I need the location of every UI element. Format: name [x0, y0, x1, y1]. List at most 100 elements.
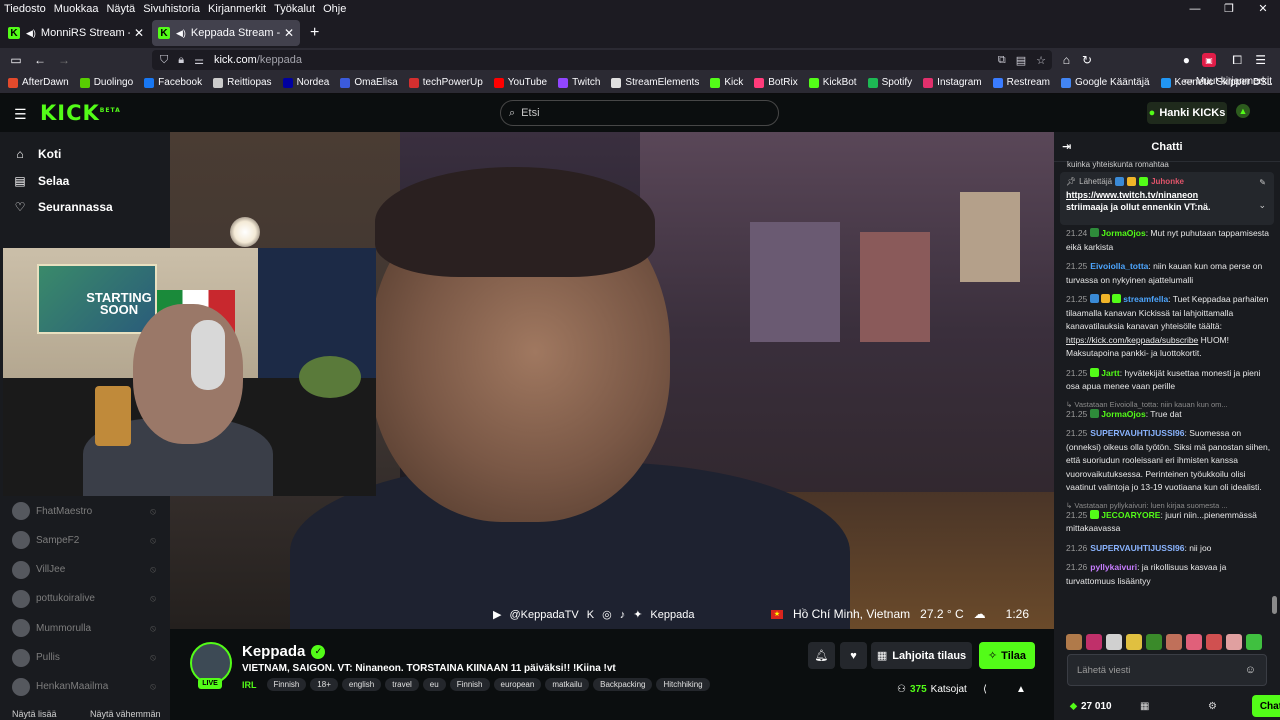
chat-message[interactable]: 21.25 Jartt: hyvätekijät kusettaa monesti…	[1066, 367, 1272, 394]
close-tab-icon[interactable]: ✕	[134, 26, 144, 40]
stream-tag[interactable]: eu	[422, 678, 446, 691]
sidebar-item-home[interactable]: ⌂ Koti	[12, 147, 162, 161]
chat-message[interactable]: 21.26 SUPERVAUHTIJUSSI96: nii joo	[1066, 542, 1272, 556]
menu-item[interactable]: Ohje	[323, 3, 346, 15]
gift-subscription-button[interactable]: ▦ Lahjoita tilaus	[871, 642, 972, 669]
stream-tag[interactable]: travel	[385, 678, 419, 691]
message-username[interactable]: streamfella	[1123, 294, 1168, 304]
menu-item[interactable]: Muokkaa	[54, 3, 99, 15]
emote-icon[interactable]	[1126, 634, 1142, 650]
bookmark-item[interactable]: BotRix	[754, 77, 798, 88]
message-username[interactable]: SUPERVAUHTIJUSSI96	[1090, 543, 1184, 553]
emote-icon[interactable]	[1086, 634, 1102, 650]
stream-tag[interactable]: Finnish	[449, 678, 490, 691]
bookmark-star-icon[interactable]: ☆	[1036, 54, 1046, 67]
picture-in-picture-icon[interactable]: ⧉	[998, 54, 1006, 67]
tab-monnirs[interactable]: K ◀) MonniRS Stream - Watch Li ✕	[2, 20, 150, 46]
stream-tag[interactable]: english	[341, 678, 382, 691]
pinned-message[interactable]: 📌︎ Lähettäjä Juhonke https://www.twitch.…	[1060, 172, 1274, 225]
bookmark-item[interactable]: Reittiopas	[213, 77, 272, 88]
forward-icon[interactable]: →	[52, 53, 76, 67]
menu-item[interactable]: Sivuhistoria	[143, 3, 200, 15]
bookmark-item[interactable]: AfterDawn	[8, 77, 69, 88]
tab-keppada[interactable]: K ◀) Keppada Stream - Watch L ✕	[152, 20, 300, 46]
kick-logo[interactable]: KICKBETA	[40, 101, 121, 125]
chat-message[interactable]: 21.25 SUPERVAUHTIJUSSI96: Suomessa on (on…	[1066, 427, 1272, 495]
menu-item[interactable]: Näytä	[106, 3, 135, 15]
follow-heart-button[interactable]: ♥	[840, 642, 867, 669]
followed-channel[interactable]: Mummorulla ⦸	[12, 618, 162, 638]
chat-message[interactable]: 21.25 streamfella: Tuet Keppadaa parhaite…	[1066, 293, 1272, 361]
menu-item[interactable]: Kirjanmerkit	[208, 3, 266, 15]
emote-icon[interactable]	[1186, 634, 1202, 650]
message-link[interactable]: https://kick.com/keppada/subscribe	[1066, 335, 1198, 345]
show-less-link[interactable]: Näytä vähemmän	[90, 709, 161, 719]
other-bookmarks[interactable]: ▭ Muut kirjanmerkit	[1184, 76, 1272, 87]
emote-icon[interactable]	[1166, 634, 1182, 650]
stream-tag[interactable]: Finnish	[266, 678, 307, 691]
bookmark-item[interactable]: OmaElisa	[340, 77, 398, 88]
chat-message[interactable]: 21.25 Eivoiolla_totta: niin kauan kun oma…	[1066, 260, 1272, 287]
profile-avatar[interactable]: ▲	[1236, 104, 1250, 118]
stream-tag[interactable]: 18+	[310, 678, 338, 691]
bookmark-item[interactable]: Instagram	[923, 77, 982, 88]
stream-tag[interactable]: matkailu	[545, 678, 590, 691]
chat-message[interactable]: 21.26 pyllykaivuri: ja rikollisuus kasvaa…	[1066, 561, 1272, 588]
collapse-chat-icon[interactable]: ⇥	[1062, 140, 1071, 153]
chat-message-input[interactable]: Lähetä viesti ☺	[1067, 654, 1267, 686]
bookmark-item[interactable]: Spotify	[867, 77, 912, 88]
get-kicks-button[interactable]: ● Hanki KICKs	[1147, 102, 1227, 124]
channel-points[interactable]: ⬥ 27 010	[1070, 701, 1112, 712]
bookmark-item[interactable]: Restream	[992, 77, 1050, 88]
chat-message[interactable]: 21.25 JECOARYORE: juuri niin...pienemmäss…	[1066, 509, 1272, 536]
message-username[interactable]: JormaOjos	[1101, 409, 1145, 419]
reload-icon[interactable]: ↻	[1082, 53, 1092, 67]
followed-channel[interactable]: Pullis ⦸	[12, 648, 162, 668]
emote-icon[interactable]	[1146, 634, 1162, 650]
emote-icon[interactable]	[1246, 634, 1262, 650]
streamer-name[interactable]: Keppada ✓	[242, 643, 326, 660]
gift-box-icon[interactable]: ▦	[1140, 701, 1149, 712]
pinned-link[interactable]: https://www.twitch.tv/ninaneon	[1066, 190, 1268, 200]
minimize-icon[interactable]: —	[1178, 0, 1212, 18]
emote-icon[interactable]	[1106, 634, 1122, 650]
followed-channel[interactable]: VillJee ⦸	[12, 560, 162, 580]
back-icon[interactable]: ←	[28, 53, 52, 67]
message-username[interactable]: JECOARYORE	[1101, 510, 1160, 520]
emoji-icon[interactable]: ☺	[1245, 664, 1256, 676]
speaker-icon[interactable]: ◀)	[176, 28, 186, 39]
chat-scrollbar[interactable]	[1272, 596, 1277, 614]
shield-icon[interactable]: ⛉	[160, 54, 168, 67]
sidebar-item-following[interactable]: ♡ Seurannassa	[12, 200, 162, 214]
send-chat-button[interactable]: Chatti	[1252, 695, 1280, 717]
bookmark-item[interactable]: Kick	[710, 77, 743, 88]
message-username[interactable]: SUPERVAUHTIJUSSI96	[1090, 428, 1184, 438]
bookmark-item[interactable]: KickBot	[808, 77, 857, 88]
subscribe-button[interactable]: ✧ Tilaa	[979, 642, 1035, 669]
chat-message[interactable]: 21.24 JormaOjos: Mut nyt puhutaan tappami…	[1066, 227, 1272, 254]
close-window-icon[interactable]: ✕	[1246, 0, 1280, 18]
sidebar-toggle-icon[interactable]: ▭	[4, 53, 28, 67]
sidebar-item-browse[interactable]: ▤ Selaa	[12, 174, 162, 188]
speaker-icon[interactable]: ◀)	[26, 28, 36, 39]
followed-channel[interactable]: FhatMaestro ⦸	[12, 501, 162, 521]
lock-icon[interactable]: 🔒︎	[178, 54, 184, 67]
chat-message[interactable]: 21.25 JormaOjos: True dat	[1066, 408, 1272, 422]
stream-tag[interactable]: Hitchhiking	[656, 678, 710, 691]
reader-icon[interactable]: ▤	[1016, 54, 1026, 67]
message-username[interactable]: Eivoiolla_totta	[1090, 261, 1148, 271]
followed-channel[interactable]: pottukoiralive ⦸	[12, 589, 162, 609]
bookmark-item[interactable]: YouTube	[493, 77, 547, 88]
bookmark-item[interactable]: Twitch	[558, 77, 600, 88]
extension-icon[interactable]: ▣	[1202, 53, 1216, 67]
menu-item[interactable]: Tiedosto	[4, 3, 46, 15]
notification-bell-button[interactable]: 🔔︎	[808, 642, 835, 669]
message-username[interactable]: JormaOjos	[1101, 228, 1145, 238]
home-icon[interactable]: ⌂	[1063, 53, 1070, 67]
close-tab-icon[interactable]: ✕	[284, 26, 294, 40]
bookmark-item[interactable]: StreamElements	[611, 77, 699, 88]
message-username[interactable]: pyllykaivuri	[1090, 562, 1137, 572]
search-input[interactable]: ⌕ Etsi	[500, 100, 779, 126]
menu-item[interactable]: Työkalut	[274, 3, 315, 15]
extensions-puzzle-icon[interactable]: ⧠	[1232, 53, 1242, 68]
